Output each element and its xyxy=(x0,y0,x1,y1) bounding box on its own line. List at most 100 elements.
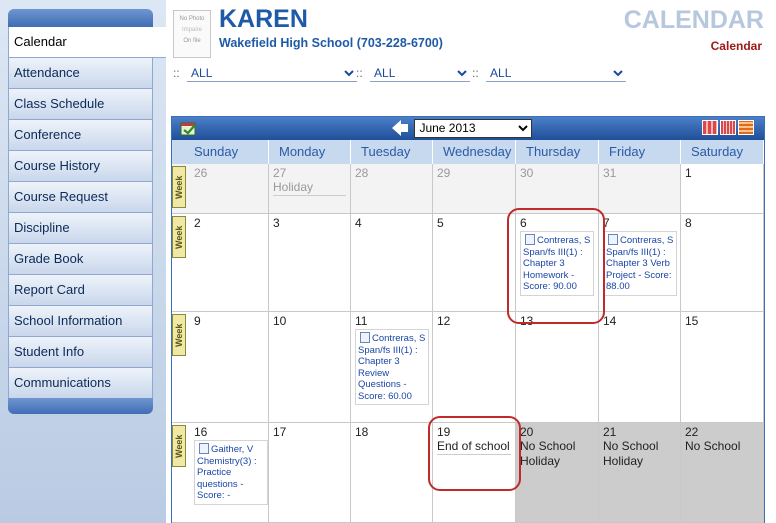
day-number: 26 xyxy=(194,166,208,180)
sidebar-item-course-request[interactable]: Course Request xyxy=(8,182,153,213)
week-view-tab[interactable]: Week xyxy=(172,216,186,258)
assignment-entry[interactable]: Contreras, S Span/fs III(1) : Chapter 3 Ve… xyxy=(603,231,677,296)
calendar-day-cell[interactable]: 20 No School Holiday xyxy=(516,423,599,523)
filter-1: :: ALL xyxy=(173,64,358,86)
assignment-line: Questions - xyxy=(358,379,407,390)
calendar: June 2013 Sunday Monday Tuesday Wednesday Th… xyxy=(171,116,765,523)
calendar-day-cell[interactable]: Week 26 xyxy=(172,164,269,214)
calendar-day-cell[interactable]: 31 xyxy=(599,164,681,214)
prev-month-arrow-icon[interactable] xyxy=(390,118,410,138)
day-number: 15 xyxy=(685,314,699,328)
calendar-day-cell[interactable]: 3 xyxy=(269,214,351,312)
day-number: 22 xyxy=(685,425,699,439)
sidebar-item-student-info[interactable]: Student Info xyxy=(8,337,153,368)
calendar-day-cell[interactable]: 15 xyxy=(681,312,764,423)
calendar-day-cell[interactable]: 4 xyxy=(351,214,433,312)
sidebar-item-calendar[interactable]: Calendar xyxy=(8,27,166,58)
day-number: 18 xyxy=(355,425,369,439)
day-number: 13 xyxy=(520,314,534,328)
assignment-line: Span/fs III(1) : xyxy=(358,344,418,356)
day-number: 3 xyxy=(273,216,280,230)
assignment-line: Gaither, V xyxy=(197,443,265,456)
sidebar-item-course-history[interactable]: Course History xyxy=(8,151,153,182)
calendar-day-cell[interactable]: 19 End of school xyxy=(433,423,516,523)
sidebar-item-report-card[interactable]: Report Card xyxy=(8,275,153,306)
month-select[interactable]: June 2013 xyxy=(414,118,533,138)
filter-1-select[interactable]: ALL xyxy=(187,64,358,82)
day-number: 16 xyxy=(194,425,208,439)
assignment-line: Score: 90.00 xyxy=(523,281,577,292)
calendar-day-cell[interactable]: 30 xyxy=(516,164,599,214)
month-view-icon[interactable] xyxy=(702,120,718,135)
calendar-day-cell[interactable]: 29 xyxy=(433,164,516,214)
document-icon xyxy=(608,234,618,245)
page-subtitle: Calendar xyxy=(710,39,762,53)
sidebar-nav: Calendar Attendance Class Schedule Conferen… xyxy=(8,27,166,399)
assignment-entry[interactable]: Gaither, V Chemistry(3) : Practice question… xyxy=(194,440,268,505)
calendar-day-cell[interactable]: 1 xyxy=(681,164,764,214)
assignment-line: Contreras, S xyxy=(523,234,591,247)
week-view-tab[interactable]: Week xyxy=(172,314,186,356)
calendar-day-cell[interactable]: 8 xyxy=(681,214,764,312)
day-of-week-header: Wednesday xyxy=(433,140,516,164)
calendar-day-cell[interactable]: 28 xyxy=(351,164,433,214)
day-number: 2 xyxy=(194,216,201,230)
calendar-day-cell[interactable]: 27 Holiday xyxy=(269,164,351,214)
assignment-entry[interactable]: Contreras, S Span/fs III(1) : Chapter 3 Hom… xyxy=(520,231,594,296)
calendar-day-cell[interactable]: 7 Contreras, S Span/fs III(1) : Chapter 3 V… xyxy=(599,214,681,312)
calendar-toolbar: June 2013 xyxy=(172,117,764,140)
assignment-entry[interactable]: Contreras, S Span/fs III(1) : Chapter 3 Rev… xyxy=(355,329,429,405)
week-view-tab[interactable]: Week xyxy=(172,166,186,208)
assignment-line: Score: - xyxy=(197,490,231,501)
sidebar-item-conference[interactable]: Conference xyxy=(8,120,153,151)
calendar-day-cell[interactable]: 11 Contreras, S Span/fs III(1) : Chapter 3R… xyxy=(351,312,433,423)
filter-3-select[interactable]: ALL xyxy=(486,64,627,82)
calendar-day-cell[interactable]: Week 16 Gaither, V Chemistry(3) : Practice qu… xyxy=(172,423,269,523)
filter-prefix: :: xyxy=(173,65,180,80)
calendar-day-cell[interactable]: 21 No School Holiday xyxy=(599,423,681,523)
calendar-day-cell[interactable]: 6 Contreras, S Span/fs III(1) : Chapter 3 Ho… xyxy=(516,214,599,312)
day-number: 30 xyxy=(520,166,534,180)
day-number: 5 xyxy=(437,216,444,230)
sidebar: Calendar Attendance Class Schedule Conferen… xyxy=(0,0,166,523)
sidebar-item-communications[interactable]: Communications xyxy=(8,368,153,399)
day-view-icon[interactable] xyxy=(738,120,754,135)
day-of-week-header: Sunday xyxy=(172,140,269,164)
calendar-grid: Sunday Monday Tuesday Wednesday Thursday Frid… xyxy=(172,140,764,523)
assignment-teacher: Contreras, S xyxy=(372,333,426,344)
day-number: 31 xyxy=(603,166,617,180)
calendar-day-cell[interactable]: 14 xyxy=(599,312,681,423)
student-photo-placeholder: No Photo Impaire On file xyxy=(173,10,211,58)
day-number: 10 xyxy=(273,314,287,328)
assignment-line: 88.00 xyxy=(606,281,630,292)
calendar-day-cell[interactable]: Week 9 xyxy=(172,312,269,423)
assignment-line: Practice xyxy=(197,467,232,478)
day-number: 28 xyxy=(355,166,369,180)
calendar-day-cell[interactable]: 5 xyxy=(433,214,516,312)
day-event-note: Holiday xyxy=(603,454,644,468)
week-view-icon[interactable] xyxy=(720,120,736,135)
day-number: 9 xyxy=(194,314,201,328)
calendar-day-cell[interactable]: 18 xyxy=(351,423,433,523)
sidebar-item-attendance[interactable]: Attendance xyxy=(8,58,153,89)
day-of-week-header: Monday xyxy=(269,140,351,164)
sidebar-item-class-schedule[interactable]: Class Schedule xyxy=(8,89,153,120)
day-number: 1 xyxy=(685,166,692,180)
calendar-day-cell[interactable]: Week 2 xyxy=(172,214,269,312)
filter-2-select[interactable]: ALL xyxy=(370,64,471,82)
assignment-line: Chapter 3 Verb xyxy=(606,258,670,269)
assignment-teacher: Contreras, S xyxy=(537,235,591,246)
calendar-day-cell[interactable]: 12 xyxy=(433,312,516,423)
calendar-refresh-icon[interactable] xyxy=(180,120,198,136)
filter-3: :: ALL xyxy=(472,64,627,86)
calendar-day-cell[interactable]: 13 xyxy=(516,312,599,423)
week-view-tab[interactable]: Week xyxy=(172,425,186,467)
calendar-day-cell[interactable]: 22 No School xyxy=(681,423,764,523)
sidebar-item-discipline[interactable]: Discipline xyxy=(8,213,153,244)
calendar-day-cell[interactable]: 10 xyxy=(269,312,351,423)
day-number: 29 xyxy=(437,166,451,180)
calendar-day-cell[interactable]: 17 xyxy=(269,423,351,523)
sidebar-item-grade-book[interactable]: Grade Book xyxy=(8,244,153,275)
sidebar-item-school-information[interactable]: School Information xyxy=(8,306,153,337)
photo-text-line: On file xyxy=(183,38,201,44)
